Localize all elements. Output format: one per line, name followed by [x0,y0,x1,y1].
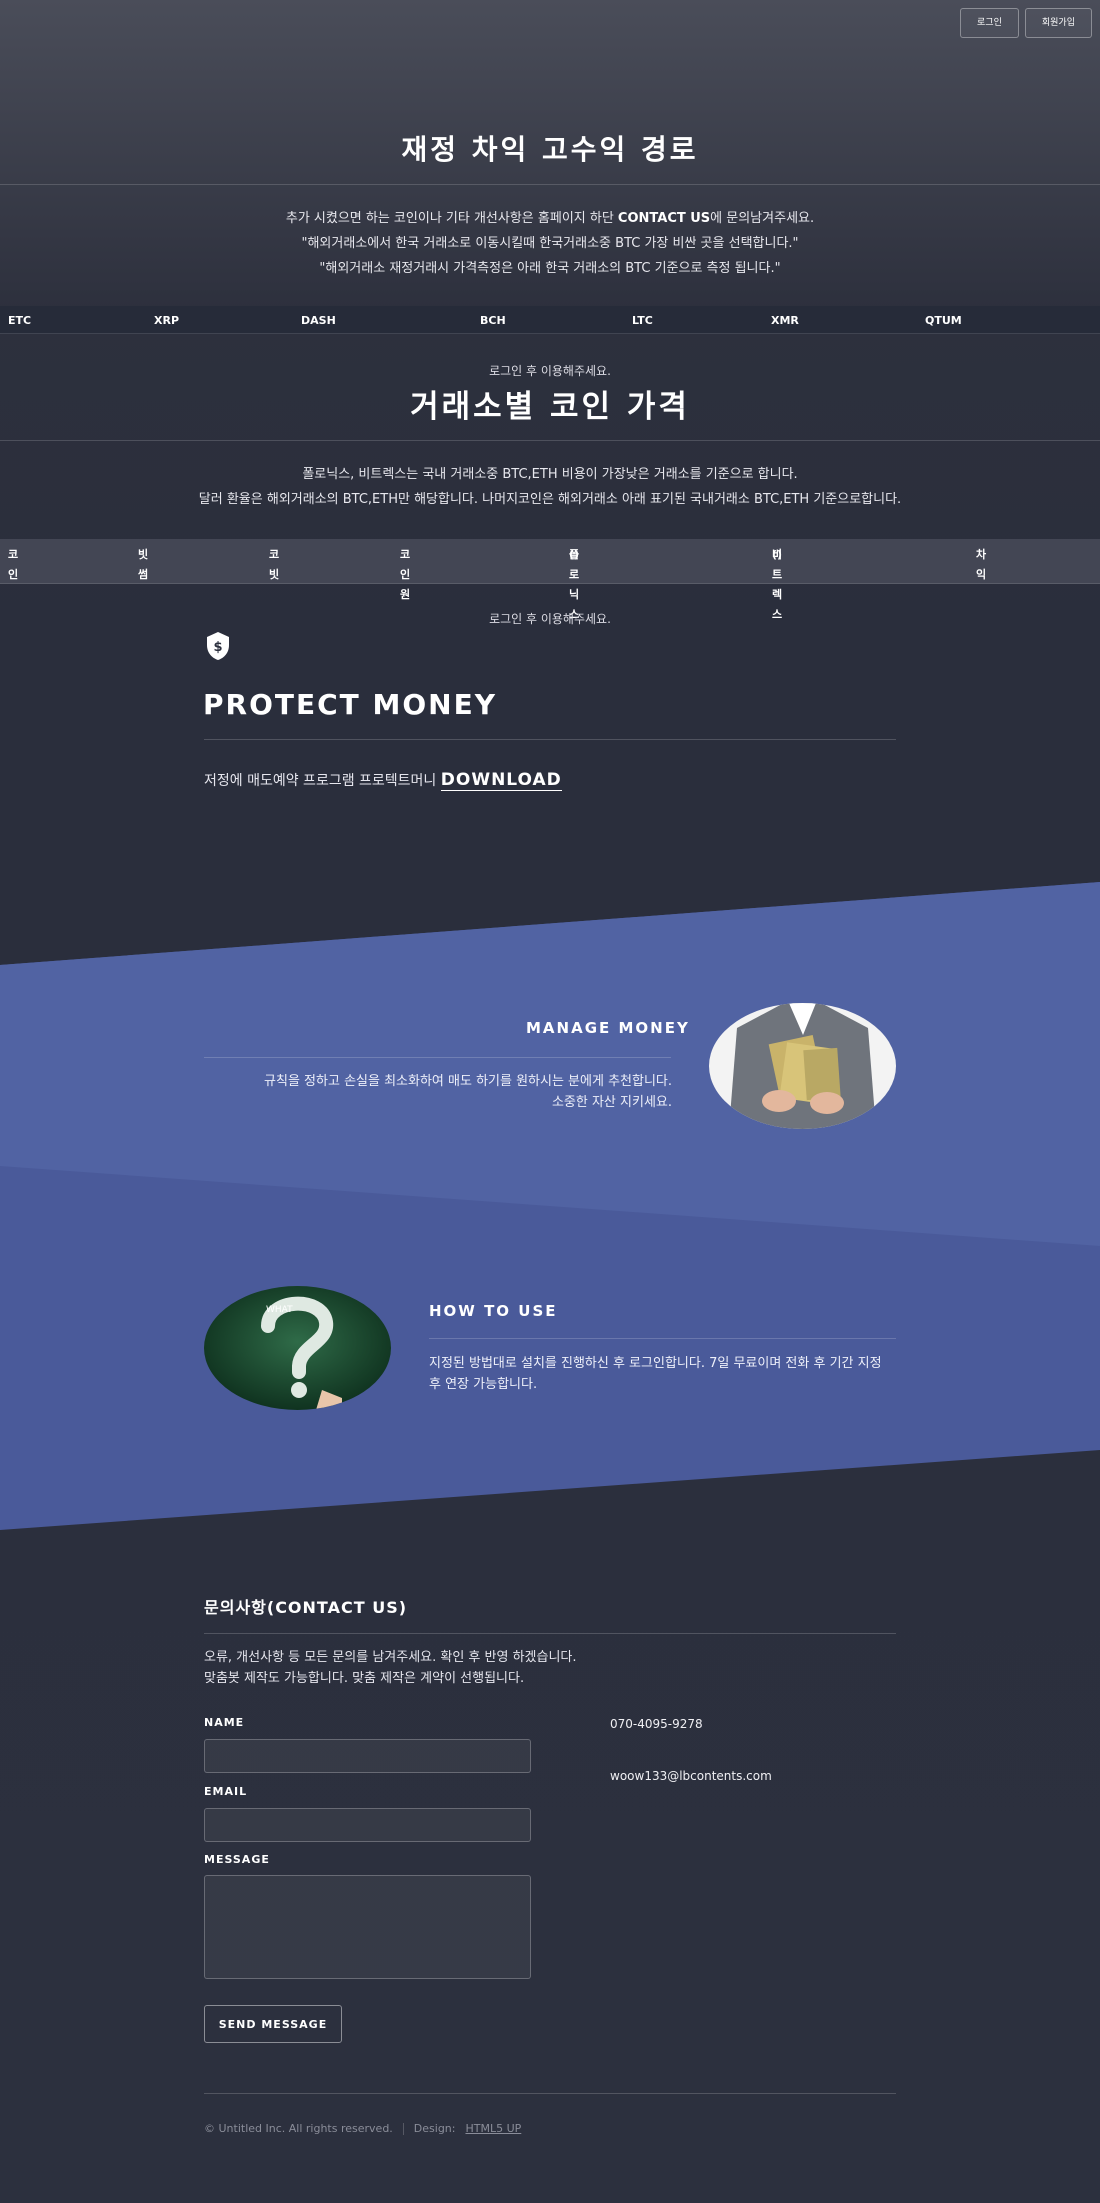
message-textarea[interactable] [204,1875,531,1979]
ticker-item[interactable]: XRP [154,314,179,327]
signup-button[interactable]: 회원가입 [1024,8,1092,38]
hero-description: 추가 시켰으면 하는 코인이나 기타 개선사항은 홈페이지 하단 CONTACT… [0,206,1100,281]
download-link[interactable]: DOWNLOAD [440,770,562,791]
ticker-item[interactable]: DASH [301,314,336,327]
exchange-description: 폴로닉스, 비트렉스는 국내 거래소중 BTC,ETH 비용이 가장낮은 거래소… [0,462,1100,512]
email-address[interactable]: woow133@lbcontents.com [610,1769,772,1783]
login-button[interactable]: 로그인 [960,8,1019,38]
ticker-item[interactable]: LTC [632,314,653,327]
svg-text:WHAT: WHAT [266,1305,293,1315]
howto-description: 지정된 방법대로 설치를 진행하신 후 로그인합니다. 7일 무료이며 전화 후… [429,1356,882,1392]
ticker-item[interactable]: QTUM [925,314,962,327]
divider [204,1057,671,1058]
message-label: MESSAGE [204,1853,270,1866]
divider [204,2093,896,2094]
svg-text:$: $ [213,640,222,655]
protect-title: PROTECT MONEY [203,688,498,721]
feature-band [0,882,1100,1530]
exchange-desc-2: 달러 환율은 해외거래소의 BTC,ETH만 해당합니다. 나머지코인은 해외거… [198,492,902,507]
money-photo [709,1003,896,1129]
shield-dollar-icon: $ [207,632,229,660]
coin-ticker: ETC XRP DASH BCH LTC XMR QTUM [0,306,1100,334]
ticker-item[interactable]: ETC [8,314,31,327]
hero-line-2: "해외거래소에서 한국 거래소로 이동시킬때 한국거래소중 BTC 가장 비싼 … [301,236,799,251]
divider [429,1338,896,1339]
send-message-button[interactable]: SEND MESSAGE [204,2005,342,2043]
contact-us-link[interactable]: CONTACT US [618,211,710,226]
manage-description: 규칙을 정하고 손실을 최소화하여 매도 하기를 원하시는 분에게 추천합니다.… [264,1074,672,1110]
protect-text: 저정에 매도예약 프로그램 프로텍트머니 DOWNLOAD [204,770,562,791]
exchange-desc-1: 폴로닉스, 비트렉스는 국내 거래소중 BTC,ETH 비용이 가장낮은 거래소… [302,467,798,482]
phone-number: 070-4095-9278 [610,1717,703,1731]
exchange-title: 거래소별 코인 가격 [410,389,690,425]
design-link[interactable]: HTML5 UP [465,2122,521,2135]
divider [204,739,896,740]
divider [0,440,1100,441]
question-photo: WHAT [204,1286,391,1410]
hero-title: 재정 차익 고수익 경로 [401,133,699,166]
manage-title: MANAGE MONEY [526,1019,690,1037]
ticker-item[interactable]: XMR [771,314,799,327]
howto-title: HOW TO USE [429,1302,558,1320]
copyright: © Untitled Inc. All rights reserved. [204,2122,393,2135]
footer: © Untitled Inc. All rights reserved. Des… [204,2122,521,2135]
name-label: NAME [204,1716,245,1729]
email-input[interactable] [204,1808,531,1842]
auth-links: 로그인 회원가입 [960,8,1092,38]
footer-separator [402,2122,404,2135]
price-table-header: 코인 빗썸 코빗 코인원 폴로닉스() 비트렉스() 차익 [0,539,1100,621]
divider [204,1633,896,1634]
design-label: Design: [413,2122,456,2135]
ticker-item[interactable]: BCH [480,314,506,327]
price-login-notice: 로그인 후 이용해주세요. [489,612,611,626]
name-input[interactable] [204,1739,531,1773]
contact-description: 오류, 개선사항 등 모든 문의를 남겨주세요. 확인 후 반영 하겠습니다. … [204,1650,577,1686]
email-label: EMAIL [204,1785,248,1798]
hero-line-3: "해외거래소 재정거래시 가격측정은 아래 한국 거래소의 BTC 기준으로 측… [319,261,781,276]
login-notice: 로그인 후 이용해주세요. [489,364,611,378]
divider [0,184,1100,185]
hero-line-1: 추가 시켰으면 하는 코인이나 기타 개선사항은 홈페이지 하단 CONTACT… [285,211,815,226]
contact-title: 문의사항(CONTACT US) [204,1598,408,1617]
